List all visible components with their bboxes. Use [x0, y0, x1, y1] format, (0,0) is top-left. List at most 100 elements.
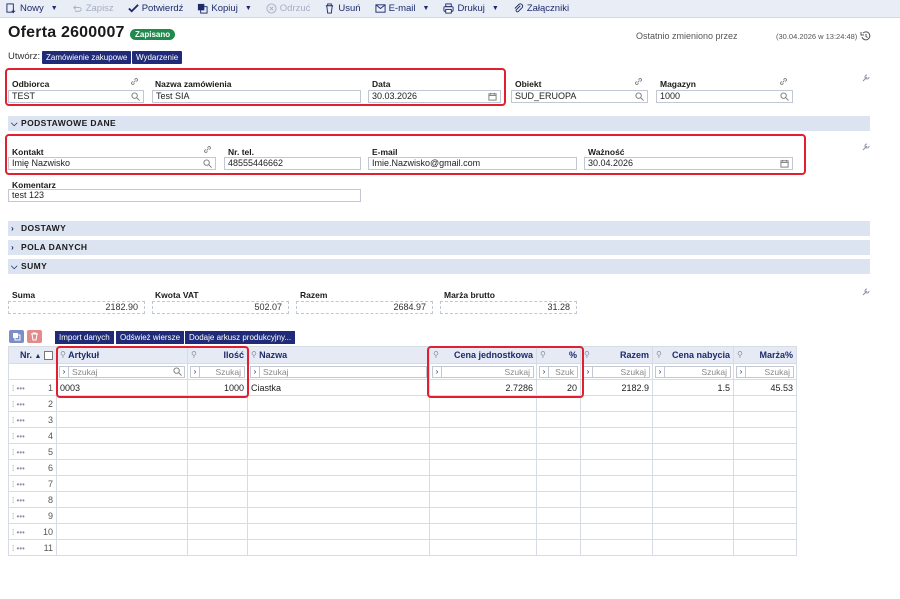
- comment-field[interactable]: test 123: [8, 189, 361, 202]
- wrench-icon[interactable]: [862, 74, 870, 82]
- cell-total[interactable]: [580, 443, 653, 460]
- section-data-fields[interactable]: › POLA DANYCH: [8, 240, 870, 255]
- cell-purchase-price[interactable]: [652, 507, 734, 524]
- import-data-button[interactable]: Import danych: [55, 331, 114, 344]
- cell-margin-pct[interactable]: [733, 459, 797, 476]
- create-purchase-order-button[interactable]: Zamówienie zakupowe: [42, 51, 132, 64]
- cell-margin-pct[interactable]: [733, 539, 797, 556]
- table-row[interactable]: ⁞ ••• 7: [8, 475, 797, 492]
- cell-percent[interactable]: [536, 459, 581, 476]
- cell-purchase-price[interactable]: [652, 443, 734, 460]
- cell-article[interactable]: [56, 475, 188, 492]
- drag-handle-icon[interactable]: ⁞ •••: [12, 400, 25, 409]
- delete-rows-button[interactable]: [27, 330, 42, 343]
- cell-unit-price[interactable]: [429, 523, 537, 540]
- table-row[interactable]: ⁞ ••• 3: [8, 411, 797, 428]
- row-number-cell[interactable]: ⁞ ••• 1: [8, 379, 57, 396]
- cell-qty[interactable]: [187, 507, 248, 524]
- refresh-rows-button[interactable]: Odśwież wiersze: [116, 331, 185, 344]
- table-row[interactable]: ⁞ ••• 4: [8, 427, 797, 444]
- cell-qty[interactable]: [187, 539, 248, 556]
- cell-margin-pct[interactable]: [733, 475, 797, 492]
- reject-button[interactable]: Odrzuć: [266, 3, 310, 14]
- cell-article[interactable]: [56, 459, 188, 476]
- cell-name[interactable]: [247, 395, 430, 412]
- table-row[interactable]: ⁞ ••• 10: [8, 523, 797, 540]
- table-row[interactable]: ⁞ ••• 6: [8, 459, 797, 476]
- cell-total[interactable]: [580, 459, 653, 476]
- new-button[interactable]: Nowy ▼: [6, 3, 58, 14]
- order-name-field[interactable]: Test SIA: [152, 90, 361, 103]
- copy-rows-button[interactable]: [9, 330, 24, 343]
- cell-unit-price[interactable]: [429, 427, 537, 444]
- row-number-cell[interactable]: ⁞ ••• 5: [8, 443, 57, 460]
- row-number-cell[interactable]: ⁞ ••• 3: [8, 411, 57, 428]
- cell-percent[interactable]: [536, 475, 581, 492]
- warehouse-field[interactable]: 1000: [656, 90, 793, 103]
- cell-total[interactable]: [580, 523, 653, 540]
- cell-total[interactable]: [580, 427, 653, 444]
- cell-margin-pct[interactable]: [733, 427, 797, 444]
- cell-unit-price[interactable]: [429, 491, 537, 508]
- cell-article[interactable]: [56, 427, 188, 444]
- row-number-cell[interactable]: ⁞ ••• 11: [8, 539, 57, 556]
- cell-name[interactable]: Ciastka: [247, 379, 430, 396]
- cell-article[interactable]: [56, 443, 188, 460]
- cell-percent[interactable]: [536, 491, 581, 508]
- wrench-icon[interactable]: ⚲: [737, 350, 743, 359]
- cell-name[interactable]: [247, 443, 430, 460]
- cell-total[interactable]: 2182.9: [580, 379, 653, 396]
- wrench-icon[interactable]: [862, 143, 870, 151]
- delete-button[interactable]: Usuń: [324, 3, 361, 14]
- cell-margin-pct[interactable]: [733, 523, 797, 540]
- cell-unit-price[interactable]: [429, 539, 537, 556]
- cell-name[interactable]: [247, 507, 430, 524]
- search-icon[interactable]: [635, 92, 644, 101]
- link-icon[interactable]: [203, 145, 212, 154]
- cell-article[interactable]: [56, 539, 188, 556]
- row-number-cell[interactable]: ⁞ ••• 2: [8, 395, 57, 412]
- wrench-icon[interactable]: ⚲: [251, 350, 259, 359]
- row-number-cell[interactable]: ⁞ ••• 10: [8, 523, 57, 540]
- recipient-field[interactable]: TEST: [8, 90, 144, 103]
- cell-percent[interactable]: [536, 411, 581, 428]
- cell-purchase-price[interactable]: [652, 539, 734, 556]
- confirm-button[interactable]: Potwierdź: [127, 3, 183, 14]
- cell-total[interactable]: [580, 491, 653, 508]
- column-nr[interactable]: Nr. ▲: [8, 346, 57, 364]
- search-icon[interactable]: [203, 159, 212, 168]
- cell-purchase-price[interactable]: [652, 395, 734, 412]
- cell-margin-pct[interactable]: [733, 411, 797, 428]
- cell-purchase-price[interactable]: [652, 427, 734, 444]
- cell-purchase-price[interactable]: [652, 491, 734, 508]
- section-sums[interactable]: ⌵ SUMY: [8, 259, 870, 274]
- margin-filter-input[interactable]: › Szukaj: [736, 365, 794, 378]
- wrench-icon[interactable]: [862, 288, 870, 296]
- cell-percent[interactable]: [536, 523, 581, 540]
- cell-name[interactable]: [247, 411, 430, 428]
- email-field[interactable]: Imie.Nazwisko@gmail.com: [368, 157, 577, 170]
- cell-purchase-price[interactable]: [652, 523, 734, 540]
- cell-margin-pct[interactable]: [733, 443, 797, 460]
- cell-percent[interactable]: [536, 507, 581, 524]
- cell-purchase-price[interactable]: [652, 411, 734, 428]
- row-number-cell[interactable]: ⁞ ••• 4: [8, 427, 57, 444]
- cell-qty[interactable]: [187, 459, 248, 476]
- drag-handle-icon[interactable]: ⁞ •••: [12, 480, 25, 489]
- search-icon[interactable]: [131, 92, 140, 101]
- cell-unit-price[interactable]: [429, 411, 537, 428]
- name-filter-input[interactable]: › Szukaj: [250, 365, 427, 378]
- cell-unit-price[interactable]: [429, 459, 537, 476]
- cell-article[interactable]: [56, 523, 188, 540]
- section-deliveries[interactable]: › DOSTAWY: [8, 221, 870, 236]
- purchase-price-filter-input[interactable]: › Szukaj: [655, 365, 731, 378]
- cell-purchase-price[interactable]: [652, 459, 734, 476]
- cell-unit-price[interactable]: [429, 475, 537, 492]
- date-field[interactable]: 30.03.2026: [368, 90, 501, 103]
- cell-qty[interactable]: [187, 491, 248, 508]
- drag-handle-icon[interactable]: ⁞ •••: [12, 528, 25, 537]
- cell-qty[interactable]: [187, 411, 248, 428]
- history-icon[interactable]: [860, 30, 872, 42]
- cell-name[interactable]: [247, 539, 430, 556]
- cell-qty[interactable]: [187, 443, 248, 460]
